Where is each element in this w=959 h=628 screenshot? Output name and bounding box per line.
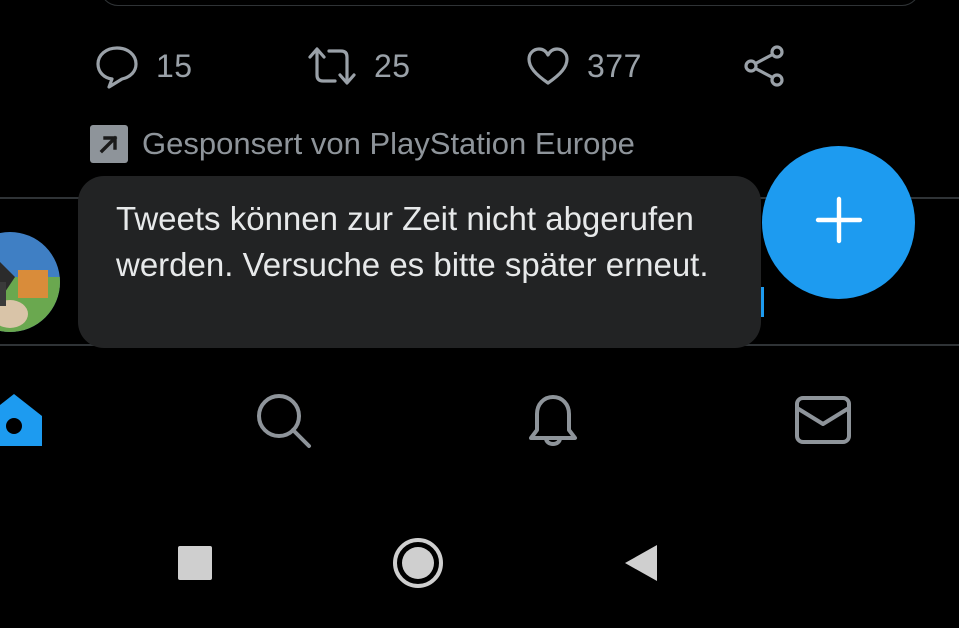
share-button[interactable] <box>741 38 787 94</box>
retweet-icon <box>306 43 358 89</box>
retweet-button[interactable]: 25 <box>306 38 411 94</box>
recents-icon <box>178 545 212 585</box>
like-button[interactable]: 377 <box>525 38 642 94</box>
tab-notifications[interactable] <box>521 390 585 454</box>
recents-button[interactable] <box>165 535 225 595</box>
tab-search[interactable] <box>251 390 315 454</box>
tab-messages[interactable] <box>791 390 855 454</box>
home-icon <box>0 388 48 457</box>
reply-button[interactable]: 15 <box>94 38 193 94</box>
like-count: 377 <box>587 47 642 84</box>
error-toast: Tweets können zur Zeit nicht abgerufen w… <box>78 176 761 348</box>
back-button[interactable] <box>611 535 671 595</box>
tweet-action-bar: 15 25 377 <box>0 38 959 94</box>
compose-tweet-button[interactable] <box>762 146 915 299</box>
back-icon <box>623 543 659 588</box>
reply-count: 15 <box>156 47 193 84</box>
avatar[interactable] <box>0 232 60 332</box>
promoted-label[interactable]: Gesponsert von PlayStation Europe <box>90 124 635 164</box>
plus-icon <box>815 196 863 249</box>
previous-card-edge <box>100 0 920 6</box>
promoted-arrow-icon <box>90 125 128 163</box>
retweet-count: 25 <box>374 47 411 84</box>
share-icon <box>741 43 787 89</box>
system-home-button[interactable] <box>388 535 448 595</box>
bell-icon <box>521 388 585 457</box>
home-circle-icon <box>391 536 445 595</box>
tab-home[interactable] <box>0 390 48 454</box>
promoted-text: Gesponsert von PlayStation Europe <box>142 126 635 161</box>
search-icon <box>251 388 315 457</box>
reply-icon <box>94 43 140 89</box>
heart-icon <box>525 43 571 89</box>
envelope-icon <box>791 388 855 457</box>
toast-message: Tweets können zur Zeit nicht abgerufen w… <box>116 200 709 283</box>
